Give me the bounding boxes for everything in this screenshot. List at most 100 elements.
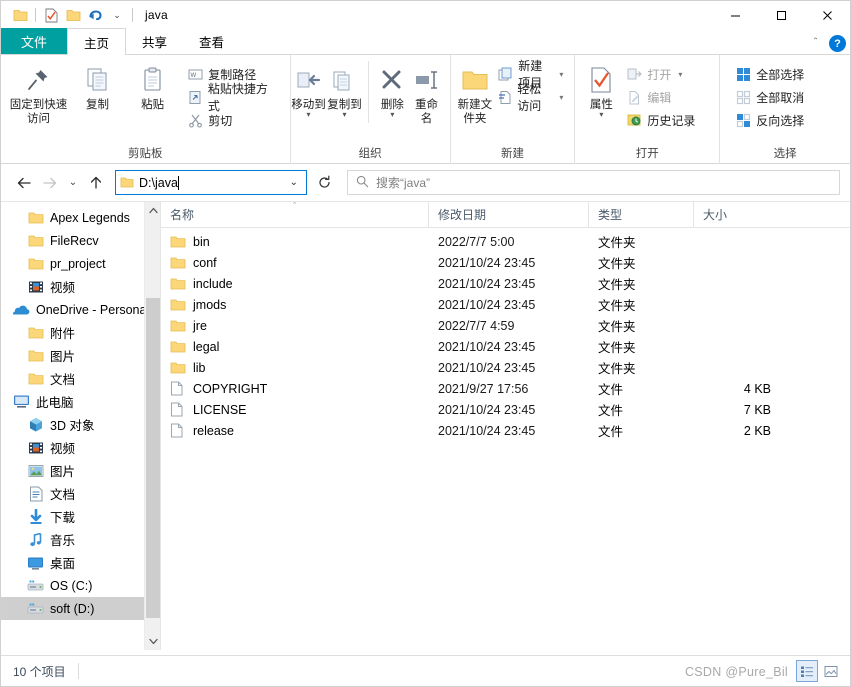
cell-date: 2022/7/7 5:00 xyxy=(438,234,515,249)
copy-icon xyxy=(83,63,113,97)
help-button[interactable]: ? xyxy=(829,35,846,52)
chevron-down-icon[interactable]: ▾ xyxy=(390,111,394,119)
history-button[interactable]: 历史记录 xyxy=(621,109,700,131)
chevron-down-icon[interactable]: ▾ xyxy=(307,111,311,119)
nav-item[interactable]: 3D 对象 xyxy=(1,413,160,436)
nav-item[interactable]: 下载 xyxy=(1,505,160,528)
cut-button[interactable]: 剪切 xyxy=(182,109,283,131)
nav-item-label: 下载 xyxy=(50,511,76,525)
paste-button[interactable]: 粘贴 xyxy=(125,59,180,112)
recent-locations-button[interactable]: ⌄ xyxy=(63,170,83,196)
folder-icon xyxy=(27,370,44,387)
nav-item[interactable]: FileRecv xyxy=(1,229,160,252)
chevron-down-icon[interactable]: ▾ xyxy=(599,111,603,119)
invert-selection-button[interactable]: 反向选择 xyxy=(730,109,809,131)
nav-item[interactable]: 视频 xyxy=(1,436,160,459)
easy-access-button[interactable]: 轻松访问 ▾ xyxy=(493,82,568,113)
scrollbar-thumb[interactable] xyxy=(146,298,160,618)
delete-button[interactable]: 删除 ▾ xyxy=(375,59,409,119)
column-header-date[interactable]: 修改日期 xyxy=(429,202,589,228)
properties-button[interactable]: 属性 ▾ xyxy=(581,59,621,119)
scroll-down-button[interactable] xyxy=(145,633,160,650)
nav-item[interactable]: 此电脑 xyxy=(1,390,160,413)
delete-icon xyxy=(379,63,405,97)
table-row[interactable]: bin 2022/7/7 5:00 文件夹 xyxy=(161,231,850,252)
maximize-button[interactable] xyxy=(758,1,804,29)
undo-icon[interactable] xyxy=(84,4,106,26)
tab-home[interactable]: 主页 xyxy=(67,28,127,55)
nav-item[interactable]: 音乐 xyxy=(1,528,160,551)
nav-item[interactable]: 图片 xyxy=(1,344,160,367)
nav-item[interactable]: pr_project xyxy=(1,252,160,275)
new-folder-icon[interactable] xyxy=(62,4,84,26)
refresh-button[interactable] xyxy=(311,170,337,196)
collapse-ribbon-icon[interactable]: ＾ xyxy=(810,36,821,52)
nav-item[interactable]: 图片 xyxy=(1,459,160,482)
nav-item-label: 桌面 xyxy=(50,557,76,571)
open-icon xyxy=(626,66,642,82)
column-header-type-label: 类型 xyxy=(598,208,623,222)
customize-quick-access-icon[interactable]: ⌄ xyxy=(106,4,128,26)
select-none-button[interactable]: 全部取消 xyxy=(730,86,809,108)
table-row[interactable]: jre 2022/7/7 4:59 文件夹 xyxy=(161,315,850,336)
table-row[interactable]: COPYRIGHT 2021/9/27 17:56 文件 4 KB xyxy=(161,378,850,399)
nav-item[interactable]: 文档 xyxy=(1,482,160,505)
minimize-button[interactable] xyxy=(712,1,758,29)
column-header-type[interactable]: 类型 xyxy=(589,202,694,228)
chevron-down-icon[interactable]: ▾ xyxy=(678,70,682,79)
select-all-icon xyxy=(735,66,751,82)
nav-item[interactable]: 桌面 xyxy=(1,551,160,574)
chevron-down-icon[interactable]: ▾ xyxy=(559,70,563,79)
tab-share[interactable]: 共享 xyxy=(126,28,183,54)
copy-button[interactable]: 复制 xyxy=(70,59,125,112)
drive-icon xyxy=(27,577,44,594)
up-button[interactable] xyxy=(83,170,109,196)
back-button[interactable] xyxy=(11,170,37,196)
table-row[interactable]: LICENSE 2021/10/24 23:45 文件 7 KB xyxy=(161,399,850,420)
pin-to-quick-access-button[interactable]: 固定到快速访问 xyxy=(7,59,70,126)
nav-item[interactable]: Apex Legends xyxy=(1,206,160,229)
nav-item[interactable]: 附件 xyxy=(1,321,160,344)
table-row[interactable]: conf 2021/10/24 23:45 文件夹 xyxy=(161,252,850,273)
column-header-size[interactable]: 大小 xyxy=(694,202,789,228)
table-row[interactable]: jmods 2021/10/24 23:45 文件夹 xyxy=(161,294,850,315)
rename-button[interactable]: 重命名 xyxy=(409,59,443,126)
navigation-scrollbar[interactable] xyxy=(144,202,160,650)
table-row[interactable]: release 2021/10/24 23:45 文件 2 KB xyxy=(161,420,850,441)
chevron-down-icon[interactable]: ⌄ xyxy=(286,177,302,188)
search-input[interactable]: 搜索“java” xyxy=(347,170,840,195)
select-all-button[interactable]: 全部选择 xyxy=(730,63,809,85)
nav-item-label: 此电脑 xyxy=(36,396,74,410)
tab-view[interactable]: 查看 xyxy=(183,28,240,54)
address-path-text: D:\java xyxy=(139,175,179,190)
folder-icon[interactable] xyxy=(9,4,31,26)
forward-button[interactable] xyxy=(37,170,63,196)
column-header-name[interactable]: ＾ 名称 xyxy=(161,202,429,228)
nav-item[interactable]: 视频 xyxy=(1,275,160,298)
table-row[interactable]: legal 2021/10/24 23:45 文件夹 xyxy=(161,336,850,357)
close-button[interactable] xyxy=(804,1,850,29)
scroll-up-button[interactable] xyxy=(145,202,160,219)
chevron-down-icon[interactable]: ▾ xyxy=(342,111,346,119)
details-view-button[interactable] xyxy=(796,660,818,682)
address-input[interactable]: D:\java ⌄ xyxy=(115,170,307,195)
new-folder-button[interactable]: 新建文件夹 xyxy=(457,59,494,126)
move-to-button[interactable]: 移动到 ▾ xyxy=(291,59,327,119)
nav-item[interactable]: 文档 xyxy=(1,367,160,390)
nav-item[interactable]: soft (D:) xyxy=(1,597,160,620)
nav-item[interactable]: OS (C:) xyxy=(1,574,160,597)
properties-icon[interactable] xyxy=(40,4,62,26)
table-row[interactable]: include 2021/10/24 23:45 文件夹 xyxy=(161,273,850,294)
chevron-down-icon[interactable]: ▾ xyxy=(559,93,563,102)
paste-shortcut-button[interactable]: 粘贴快捷方式 xyxy=(182,82,283,113)
file-explorer-window: ⌄ java 文件 主页 共享 查看 ＾ ? 固定到快速访问 复制 粘贴 W 复… xyxy=(0,0,851,687)
open-button[interactable]: 打开 ▾ xyxy=(621,63,700,85)
cell-date: 2021/10/24 23:45 xyxy=(438,297,536,312)
file-icon xyxy=(170,381,186,396)
large-icons-view-button[interactable] xyxy=(820,660,842,682)
copy-to-button[interactable]: 复制到 ▾ xyxy=(327,59,363,119)
edit-button[interactable]: 编辑 xyxy=(621,86,700,108)
nav-item[interactable]: OneDrive - Persona xyxy=(1,298,160,321)
table-row[interactable]: lib 2021/10/24 23:45 文件夹 xyxy=(161,357,850,378)
tab-file[interactable]: 文件 xyxy=(1,28,68,54)
